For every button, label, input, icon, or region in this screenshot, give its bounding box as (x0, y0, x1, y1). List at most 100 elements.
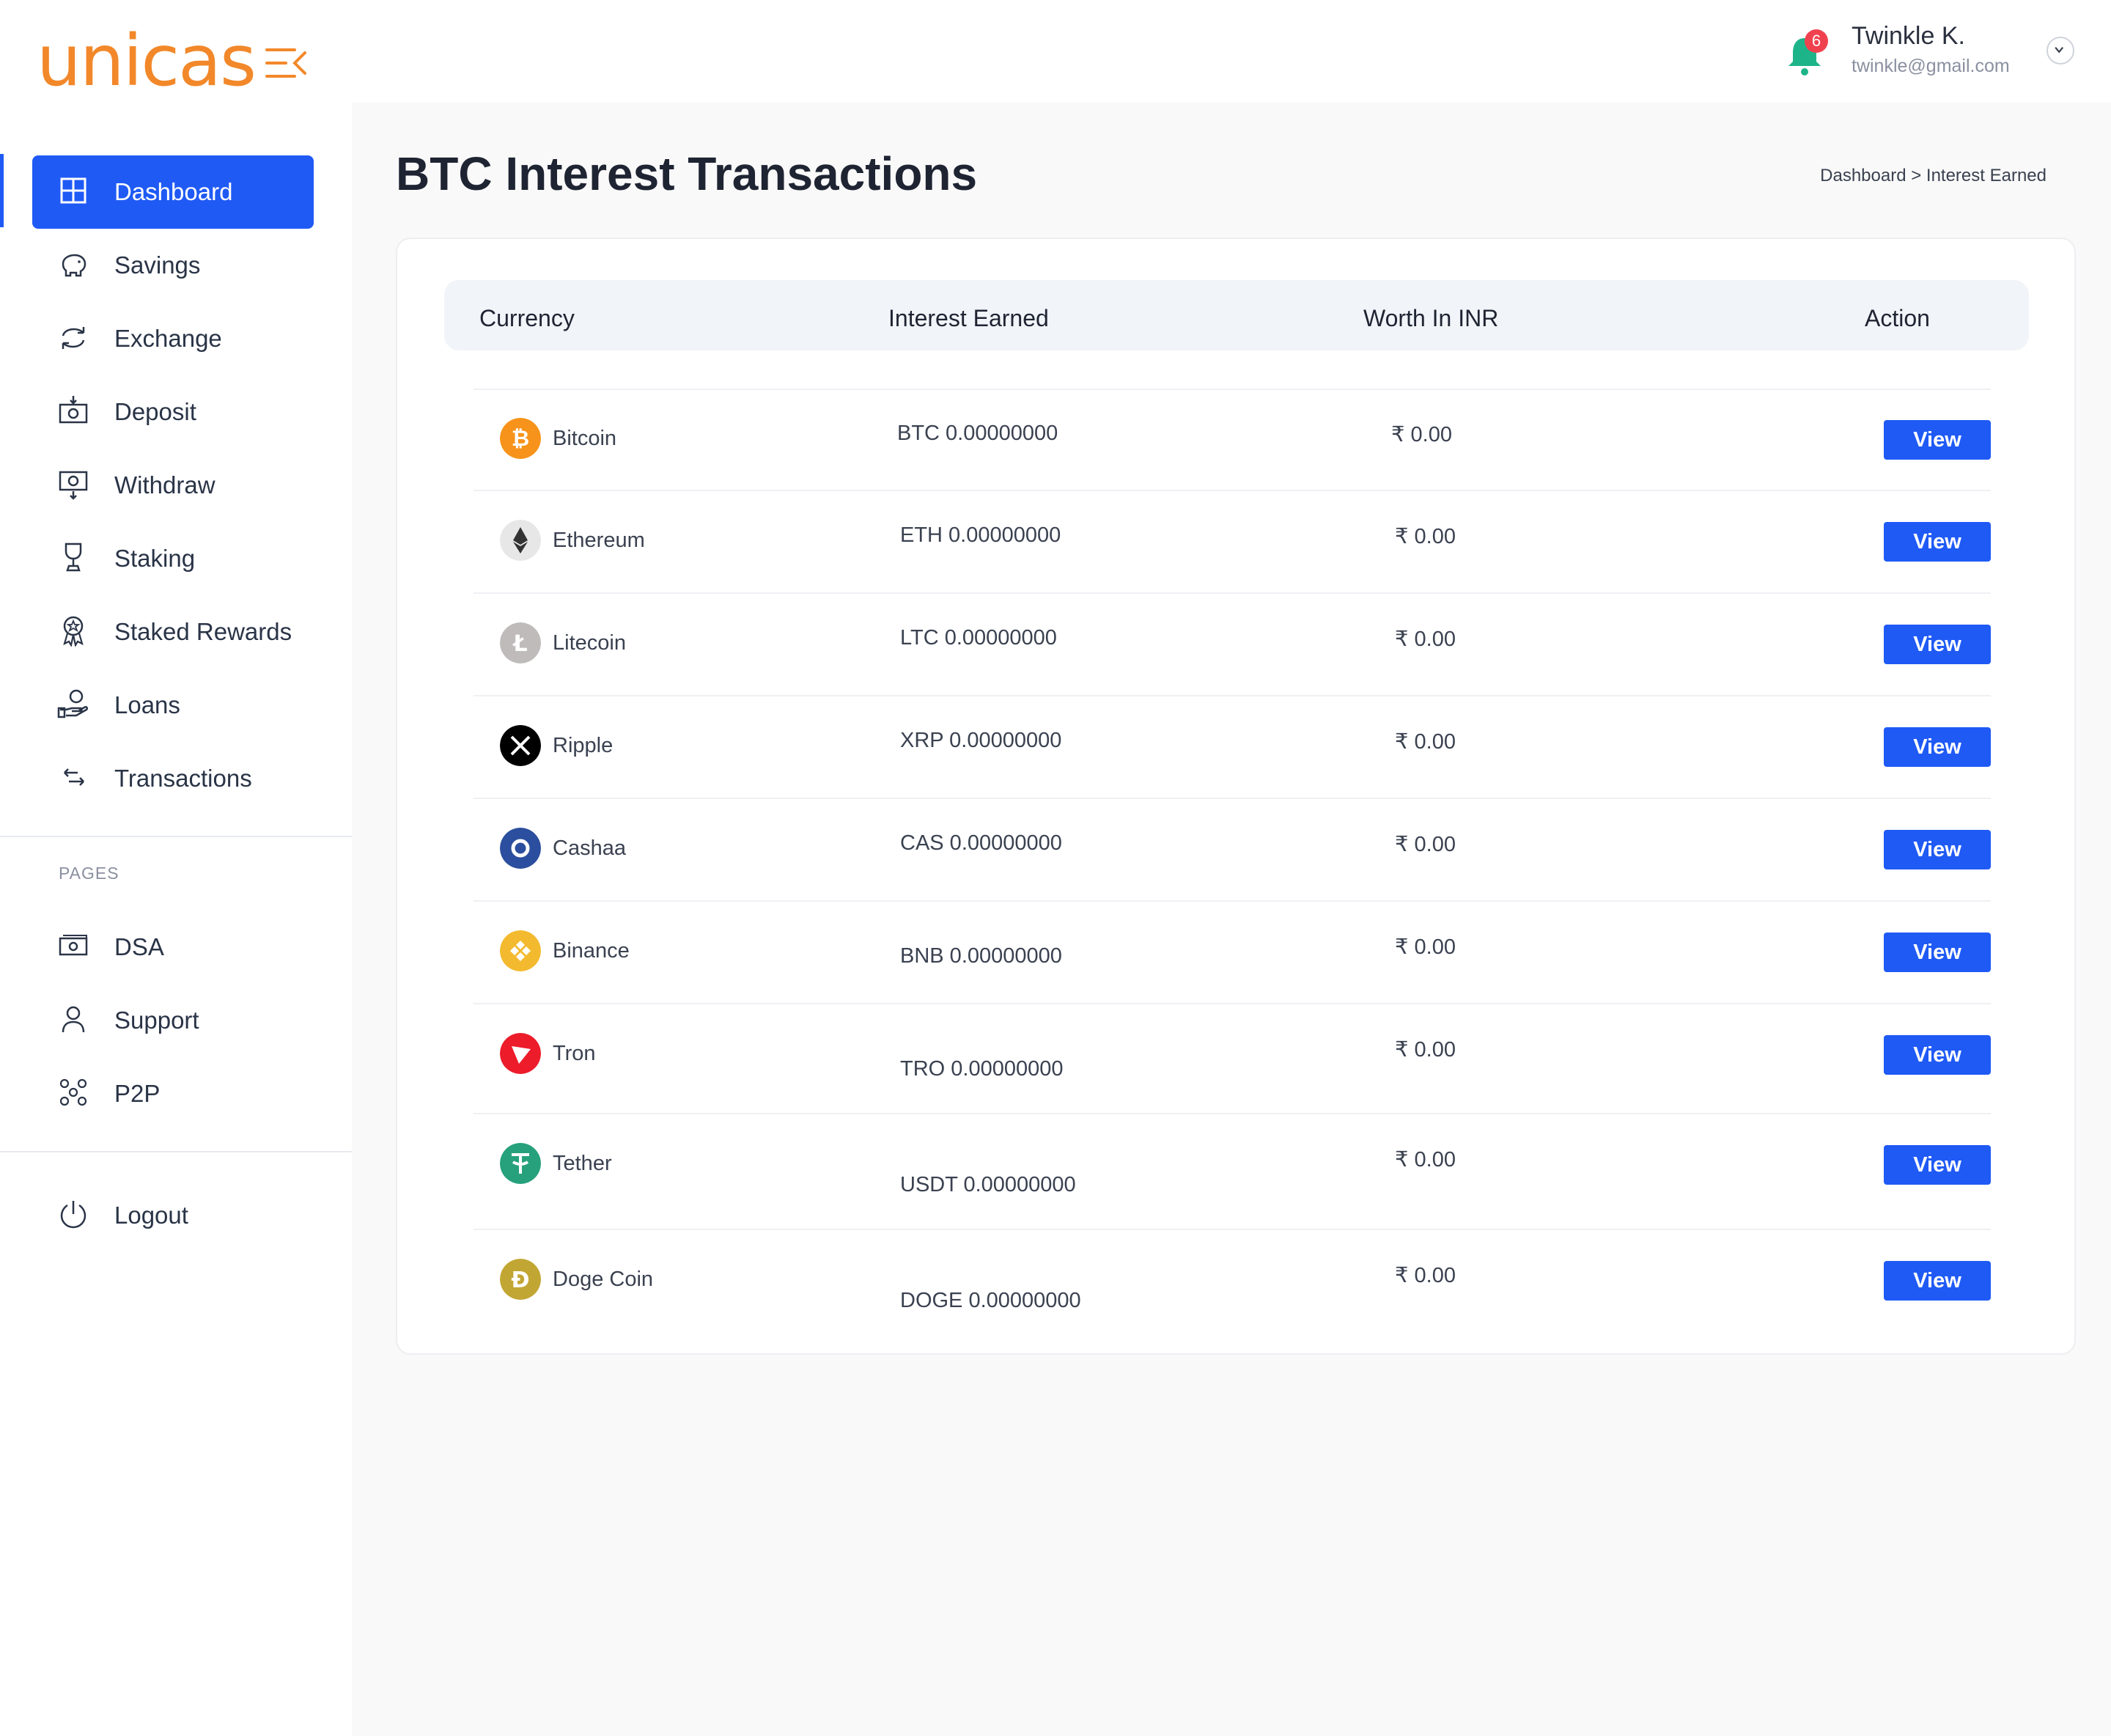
interest-amount: ETH 0.00000000 (900, 523, 1061, 547)
sidebar-item-transactions[interactable]: Transactions (32, 742, 314, 815)
interest-amount: CAS 0.00000000 (900, 831, 1062, 855)
piggy-bank-icon (62, 254, 86, 277)
currency-name: Ripple (553, 734, 614, 757)
view-button[interactable]: View (1884, 420, 1991, 460)
sidebar-divider (0, 1151, 352, 1152)
worth-inr: ₹ 0.00 (1395, 628, 1456, 651)
sidebar-item-label: Transactions (114, 765, 252, 792)
row-divider (474, 695, 1991, 696)
sidebar-item-p2p[interactable]: P2P (32, 1057, 314, 1130)
notification-badge: 6 (1805, 29, 1828, 53)
withdraw-icon (59, 471, 88, 500)
logo-text: unicas (37, 20, 257, 102)
interest-amount: BNB 0.00000000 (900, 944, 1062, 968)
row-divider (474, 798, 1991, 799)
sidebar-item-label: Withdraw (114, 471, 215, 499)
sidebar-item-dsa[interactable]: DSA (32, 911, 314, 984)
tether-icon (500, 1143, 541, 1184)
ethereum-icon (500, 520, 541, 561)
column-header-currency: Currency (479, 305, 575, 331)
interest-amount: DOGE 0.00000000 (900, 1289, 1081, 1312)
user-name: Twinkle K. (1852, 22, 1965, 50)
user-email: twinkle@gmail.com (1852, 56, 2010, 76)
pages-heading: PAGES (59, 864, 119, 883)
menu-toggle-icon[interactable] (265, 47, 306, 79)
sidebar-item-withdraw[interactable]: Withdraw (32, 449, 314, 522)
interest-amount: TRO 0.00000000 (900, 1057, 1064, 1081)
currency-name: Litecoin (553, 631, 626, 655)
currency-name: Binance (553, 939, 630, 963)
sidebar-item-staking[interactable]: Staking (32, 522, 314, 595)
sidebar-item-label: P2P (114, 1080, 161, 1107)
chevron-down-icon (2055, 47, 2063, 54)
hand-coin-icon (57, 689, 89, 718)
bitcoin-icon: ₿ (500, 418, 541, 459)
worth-inr: ₹ 0.00 (1391, 423, 1452, 446)
sidebar-item-label: Exchange (114, 325, 222, 352)
grid-icon (60, 177, 86, 204)
worth-inr: ₹ 0.00 (1395, 1038, 1456, 1062)
sidebar-item-deposit[interactable]: Deposit (32, 375, 314, 449)
active-indicator (0, 154, 4, 227)
worth-inr: ₹ 0.00 (1395, 1148, 1456, 1172)
logo[interactable]: unicas (37, 20, 257, 102)
worth-inr: ₹ 0.00 (1395, 935, 1456, 959)
arrows-icon (64, 768, 84, 786)
breadcrumb[interactable]: Dashboard > Interest Earned (1803, 166, 2046, 186)
column-header-interest-earned: Interest Earned (888, 305, 1049, 331)
view-button[interactable]: View (1884, 1145, 1991, 1185)
page-title: BTC Interest Transactions (396, 147, 978, 200)
sidebar-item-loans[interactable]: Loans (32, 669, 314, 742)
sidebar-item-savings[interactable]: Savings (32, 229, 314, 302)
deposit-icon (59, 396, 88, 424)
doge-coin-icon: Đ (500, 1259, 541, 1300)
row-divider (474, 900, 1991, 902)
table-header (444, 280, 2029, 350)
cashaa-icon (500, 828, 541, 869)
medal-icon (63, 616, 84, 647)
worth-inr: ₹ 0.00 (1395, 833, 1456, 856)
sidebar-item-label: Loans (114, 691, 180, 718)
view-button[interactable]: View (1884, 522, 1991, 562)
binance-icon (500, 930, 541, 971)
row-divider (474, 490, 1991, 491)
sidebar-item-label: DSA (114, 933, 164, 960)
view-button[interactable]: View (1884, 933, 1991, 972)
sidebar-item-label: Logout (114, 1202, 188, 1229)
top-bar: unicas 6 Twinkle K. twinkle@gmail.com (0, 0, 2111, 103)
sidebar-item-support[interactable]: Support (32, 984, 314, 1057)
view-button[interactable]: View (1884, 625, 1991, 664)
row-divider (474, 1229, 1991, 1230)
svg-text:Ł: Ł (512, 631, 527, 657)
sidebar-item-dashboard[interactable]: Dashboard (32, 155, 314, 229)
group-icon (59, 1078, 87, 1106)
row-divider (474, 1113, 1991, 1114)
view-button[interactable]: View (1884, 1035, 1991, 1075)
tron-icon (500, 1033, 541, 1074)
sidebar-item-label: Support (114, 1007, 199, 1034)
row-divider (474, 1003, 1991, 1004)
sidebar-item-logout[interactable]: Logout (32, 1179, 314, 1252)
user-icon (62, 1006, 85, 1033)
litecoin-icon: Ł (500, 622, 541, 663)
currency-name: Bitcoin (553, 427, 617, 450)
sidebar-item-staked-rewards[interactable]: Staked Rewards (32, 595, 314, 669)
row-divider (474, 389, 1991, 390)
interest-amount: USDT 0.00000000 (900, 1173, 1076, 1196)
sidebar-item-label: Staking (114, 545, 196, 572)
svg-text:Đ: Đ (511, 1268, 529, 1293)
view-button[interactable]: View (1884, 830, 1991, 869)
currency-name: Cashaa (553, 836, 626, 860)
worth-inr: ₹ 0.00 (1395, 730, 1456, 754)
worth-inr: ₹ 0.00 (1395, 525, 1456, 548)
view-button[interactable]: View (1884, 727, 1991, 767)
sidebar-item-label: Savings (114, 251, 201, 279)
power-icon (60, 1201, 86, 1229)
currency-name: Doge Coin (553, 1268, 654, 1291)
column-header-action: Action (1865, 305, 1930, 331)
view-button[interactable]: View (1884, 1261, 1991, 1301)
svg-text:₿: ₿ (512, 426, 529, 452)
user-menu-button[interactable] (2046, 37, 2074, 65)
currency-name: Tron (553, 1042, 596, 1065)
sidebar-item-exchange[interactable]: Exchange (32, 302, 314, 375)
